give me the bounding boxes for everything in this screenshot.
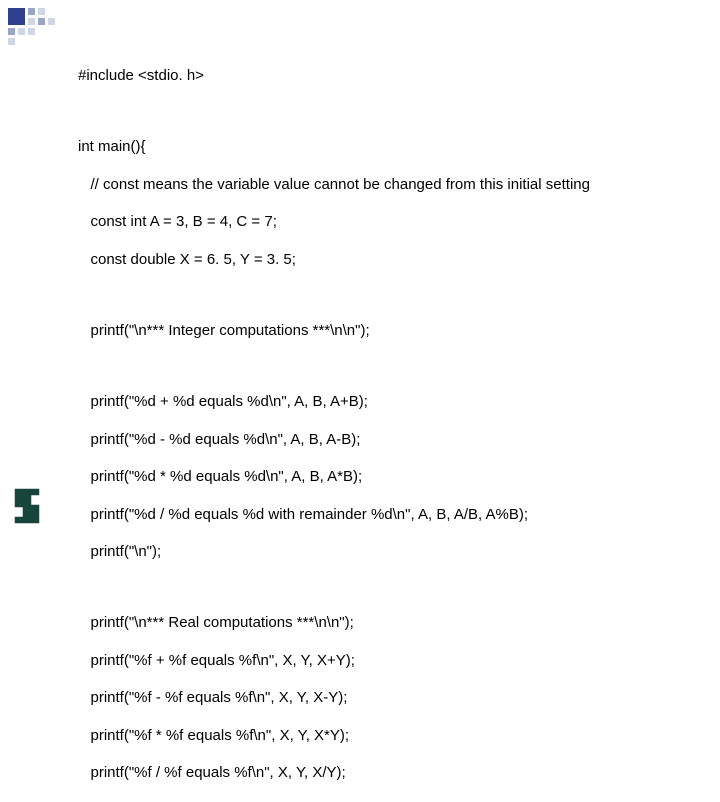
code-line: printf("%d + %d equals %d\n", A, B, A+B)… [78, 393, 706, 412]
code-line: printf("%f * %f equals %f\n", X, Y, X*Y)… [78, 727, 706, 746]
code-line: printf("%f - %f equals %f\n", X, Y, X-Y)… [78, 689, 706, 708]
code-line: printf("%d / %d equals %d with remainder… [78, 506, 706, 525]
code-line: int main(){ [78, 138, 706, 157]
spartan-s-logo-icon [10, 486, 44, 526]
code-line: #include <stdio. h> [78, 67, 706, 86]
code-line: // const means the variable value cannot… [78, 176, 706, 195]
slide-corner-decoration [8, 8, 55, 45]
code-line: printf("%d - %d equals %d\n", A, B, A-B)… [78, 431, 706, 450]
code-line: printf("%f + %f equals %f\n", X, Y, X+Y)… [78, 652, 706, 671]
code-line: printf("\n*** Integer computations ***\n… [78, 322, 706, 341]
code-line: const double X = 6. 5, Y = 3. 5; [78, 251, 706, 270]
code-block: #include <stdio. h> int main(){ // const… [78, 48, 706, 802]
code-line: printf("%f / %f equals %f\n", X, Y, X/Y)… [78, 764, 706, 783]
code-line: printf("%d * %d equals %d\n", A, B, A*B)… [78, 468, 706, 487]
code-line: const int A = 3, B = 4, C = 7; [78, 213, 706, 232]
code-line: printf("\n"); [78, 543, 706, 562]
code-line: printf("\n*** Real computations ***\n\n"… [78, 614, 706, 633]
